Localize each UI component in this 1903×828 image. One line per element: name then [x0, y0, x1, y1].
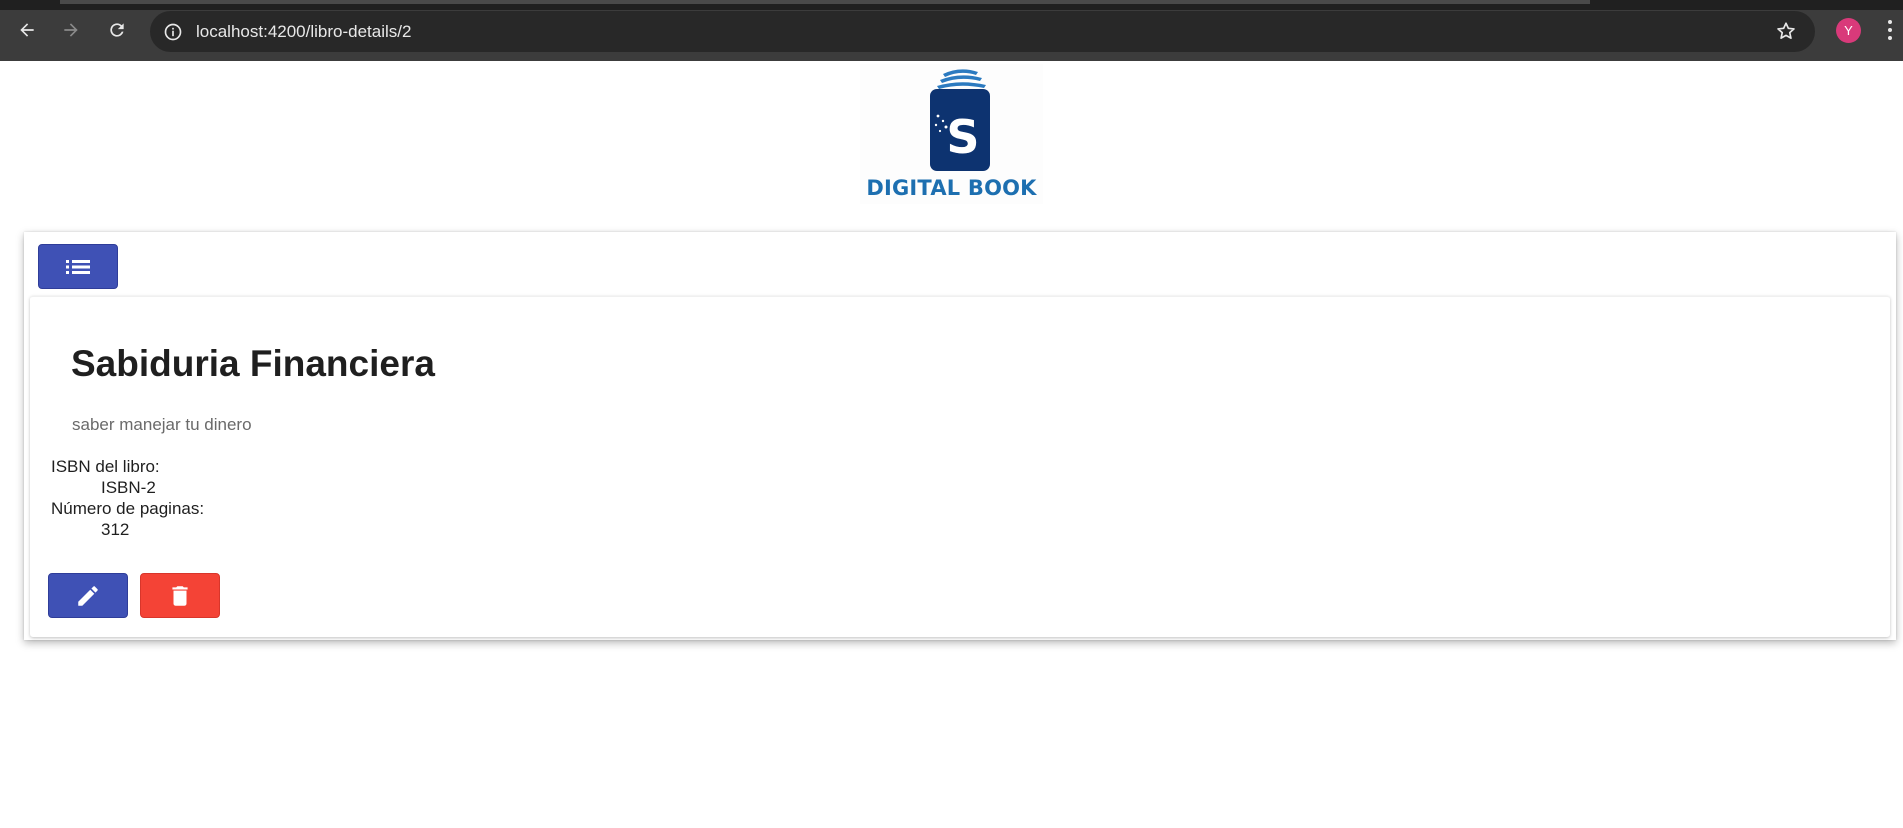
book-info-panel: Sabiduria Financiera saber manejar tu di… — [30, 296, 1890, 637]
book-logo-icon: S — [930, 69, 990, 171]
reload-icon — [110, 23, 124, 37]
star-icon[interactable] — [1775, 20, 1797, 42]
book-description: saber manejar tu dinero — [72, 415, 252, 434]
delete-button[interactable] — [140, 573, 220, 618]
pages-value: 312 — [101, 520, 130, 539]
list-button[interactable] — [38, 244, 118, 289]
tab-strip — [0, 0, 1903, 10]
address-bar[interactable]: localhost:4200/libro-details/2 — [150, 11, 1815, 52]
list-icon — [66, 259, 90, 274]
book-title: Sabiduria Financiera — [71, 343, 435, 384]
profile-avatar[interactable]: Y — [1836, 18, 1861, 43]
browser-toolbar: localhost:4200/libro-details/2 Y — [0, 0, 1903, 61]
back-button[interactable] — [12, 14, 42, 46]
vertical-dots-icon[interactable] — [1885, 18, 1895, 44]
isbn-label: ISBN del libro: — [51, 457, 160, 476]
pencil-icon — [78, 585, 98, 606]
trash-icon — [172, 585, 188, 606]
logo-text: DIGITAL BOOK — [866, 176, 1037, 200]
forward-button[interactable] — [56, 14, 86, 46]
edit-button[interactable] — [48, 573, 128, 618]
app-logo: S DIGITAL BOOK — [860, 64, 1043, 204]
isbn-value: ISBN-2 — [101, 478, 156, 497]
arrow-left-icon — [20, 23, 34, 37]
info-icon[interactable] — [163, 22, 183, 42]
logo-letter: S — [946, 110, 979, 164]
book-details-card: Sabiduria Financiera saber manejar tu di… — [24, 232, 1896, 640]
pages-label: Número de paginas: — [51, 499, 205, 518]
url-text[interactable]: localhost:4200/libro-details/2 — [196, 22, 411, 42]
reload-button[interactable] — [102, 14, 132, 46]
arrow-right-icon — [64, 23, 78, 37]
tab-strip-highlight — [60, 0, 1590, 4]
